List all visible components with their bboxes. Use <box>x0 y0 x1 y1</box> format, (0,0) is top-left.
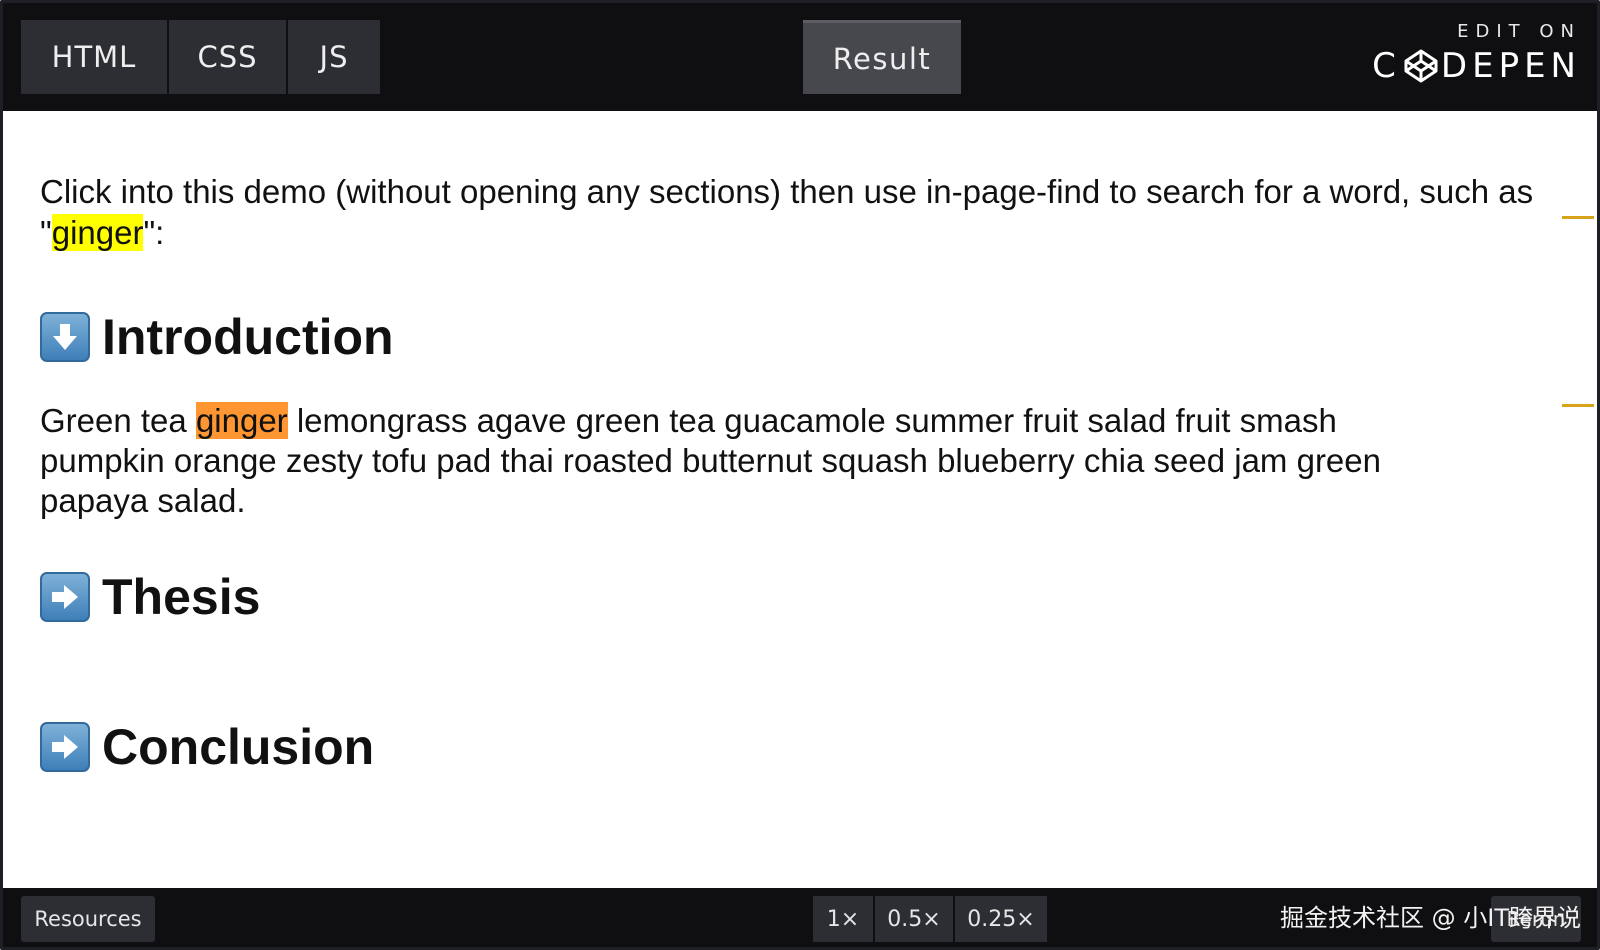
resources-button[interactable]: Resources <box>21 896 155 942</box>
codepen-embed: HTML CSS JS Result EDIT ON C DEPEN Click… <box>0 0 1600 950</box>
intro-body-before: Green tea <box>40 402 196 439</box>
codepen-logo-letter-c: C <box>1372 46 1401 86</box>
zoom-controls: 1× 0.5× 0.25× <box>813 896 1049 942</box>
current-find-match-highlight: ginger <box>195 402 288 439</box>
tab-css[interactable]: CSS <box>169 20 286 94</box>
introduction-body: Green tea ginger lemongrass agave green … <box>40 401 1390 521</box>
section-title: Conclusion <box>102 719 375 775</box>
right-arrow-icon <box>40 572 90 622</box>
section-introduction-summary[interactable]: Introduction <box>40 307 394 367</box>
right-arrow-icon <box>40 722 90 772</box>
scrollbar-find-marker <box>1562 216 1594 219</box>
bottom-toolbar: Resources 1× 0.5× 0.25× Rerun 掘金技术社区 @ 小… <box>3 888 1597 947</box>
editor-tabs: HTML CSS JS <box>21 20 382 94</box>
instruction-after: ": <box>143 214 165 251</box>
section-conclusion-summary[interactable]: Conclusion <box>40 717 374 777</box>
tab-html[interactable]: HTML <box>21 20 167 94</box>
edit-on-label: EDIT ON <box>1457 21 1581 42</box>
tab-js[interactable]: JS <box>288 20 380 94</box>
result-pane: Click into this demo (without opening an… <box>40 171 1580 775</box>
codepen-cube-icon <box>1404 49 1438 83</box>
zoom-1x-button[interactable]: 1× <box>813 896 873 942</box>
codepen-logo-text: DEPEN <box>1440 46 1581 86</box>
scrollbar-find-marker <box>1562 404 1594 407</box>
tab-result[interactable]: Result <box>803 20 961 94</box>
codepen-logo: C DEPEN <box>1371 46 1581 86</box>
section-title: Introduction <box>102 309 394 365</box>
top-toolbar: HTML CSS JS Result EDIT ON C DEPEN <box>3 3 1597 111</box>
find-match-highlight: ginger <box>51 214 144 251</box>
watermark-text: 掘金技术社区 @ 小IT跨界说 <box>1280 904 1581 932</box>
edit-on-codepen-link[interactable]: EDIT ON C DEPEN <box>1371 21 1581 93</box>
down-arrow-icon <box>40 312 90 362</box>
instruction-text: Click into this demo (without opening an… <box>40 171 1570 253</box>
section-thesis-summary[interactable]: Thesis <box>40 567 260 627</box>
instruction-before: Click into this demo (without opening an… <box>40 173 1534 251</box>
zoom-0-25x-button[interactable]: 0.25× <box>955 896 1047 942</box>
zoom-0-5x-button[interactable]: 0.5× <box>875 896 953 942</box>
section-title: Thesis <box>102 569 261 625</box>
